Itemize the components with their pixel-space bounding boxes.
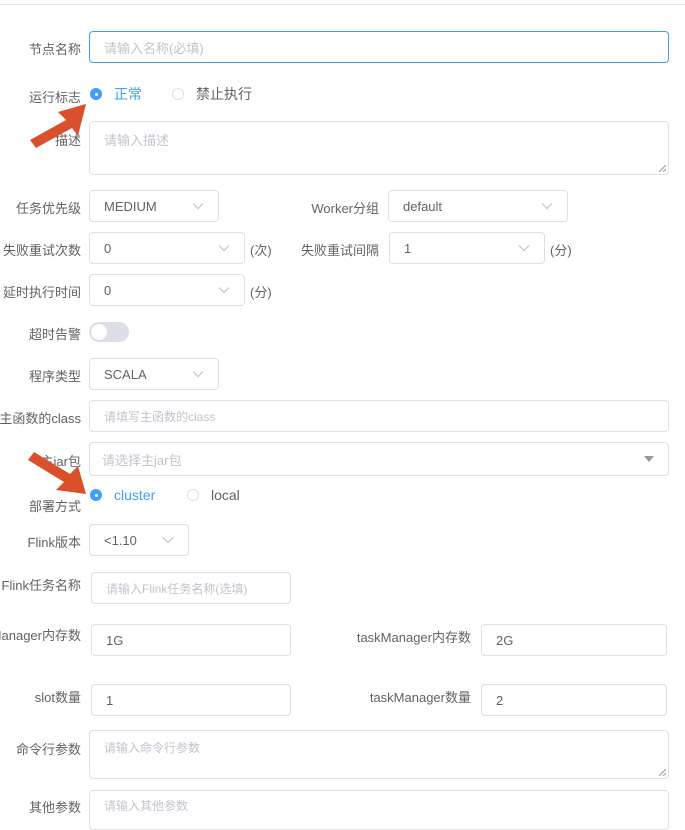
chevron-down-icon (518, 245, 530, 252)
program-type-select[interactable]: SCALA (89, 358, 219, 390)
description-placeholder: 请输入描述 (104, 133, 170, 148)
task-manager-count-value: 2 (496, 692, 504, 708)
slot-count-value: 1 (106, 692, 114, 708)
top-divider (0, 4, 685, 5)
job-manager-memory-input[interactable]: 1G (91, 624, 291, 656)
flink-task-name-label: Flink任务名称 (1, 578, 81, 593)
description-textarea[interactable]: 请输入描述 (89, 121, 669, 175)
flink-version-select[interactable]: <1.10 (89, 524, 189, 556)
run-flag-normal-radio[interactable]: 正常 (90, 84, 142, 104)
delay-time-value: 0 (104, 282, 112, 298)
chevron-down-icon (192, 203, 204, 210)
deploy-mode-label: 部署方式 (28, 499, 81, 514)
task-manager-count-label: taskManager数量 (369, 690, 471, 705)
program-type-label: 程序类型 (28, 369, 81, 384)
fail-retry-times-select[interactable]: 0 (89, 232, 245, 264)
fail-retry-times-unit: (次) (250, 243, 272, 258)
run-flag-forbidden-text: 禁止执行 (196, 86, 252, 102)
radio-unchecked-icon (187, 489, 199, 501)
task-priority-select[interactable]: MEDIUM (89, 190, 219, 222)
other-args-placeholder: 请输入其他参数 (104, 799, 189, 813)
slot-count-label: slot数量 (34, 690, 81, 705)
run-flag-normal-text: 正常 (114, 86, 142, 102)
node-name-input[interactable]: 请输入名称(必填) (89, 31, 669, 63)
main-class-input[interactable]: 请填写主函数的class (89, 400, 669, 432)
deploy-mode-local-text: local (211, 487, 240, 503)
fail-retry-times-label: 失败重试次数 (2, 243, 81, 258)
node-name-placeholder: 请输入名称(必填) (104, 40, 204, 56)
deploy-mode-cluster-radio[interactable]: cluster (90, 487, 155, 503)
main-class-label: 主函数的class (0, 411, 81, 426)
task-priority-label: 任务优先级 (15, 201, 81, 216)
fail-retry-times-value: 0 (104, 240, 112, 256)
worker-group-select[interactable]: default (388, 190, 568, 222)
worker-group-value: default (403, 198, 443, 214)
run-flag-forbidden-radio[interactable]: 禁止执行 (172, 84, 252, 104)
chevron-down-icon (541, 203, 553, 210)
flink-version-label: Flink版本 (27, 535, 81, 550)
chevron-down-icon (192, 371, 204, 378)
fail-retry-interval-unit: (分) (550, 243, 572, 258)
delay-time-label: 延时执行时间 (2, 285, 81, 300)
timeout-alarm-label: 超时告警 (28, 327, 81, 342)
task-manager-memory-label: taskManager内存数 (356, 630, 471, 645)
deploy-mode-local-radio[interactable]: local (187, 487, 240, 503)
resize-handle-icon[interactable] (659, 165, 666, 172)
flink-version-value: <1.10 (104, 532, 137, 548)
timeout-alarm-switch[interactable] (89, 322, 129, 342)
flink-task-name-input[interactable]: 请输入Flink任务名称(选填) (91, 572, 291, 604)
other-args-label: 其他参数 (28, 800, 81, 815)
command-args-textarea[interactable]: 请输入命令行参数 (89, 730, 669, 779)
fail-retry-interval-label: 失败重试间隔 (300, 243, 379, 258)
job-manager-memory-value: 1G (106, 632, 124, 648)
job-manager-memory-label: jobManager内存数 (0, 628, 81, 643)
main-jar-placeholder: 请选择主jar包 (102, 452, 182, 468)
chevron-down-icon (162, 537, 174, 544)
radio-unchecked-icon (172, 88, 184, 100)
slot-count-input[interactable]: 1 (91, 684, 291, 716)
node-name-label: 节点名称 (28, 42, 81, 57)
delay-time-unit: (分) (250, 285, 272, 300)
deploy-mode-cluster-text: cluster (114, 487, 156, 503)
delay-time-select[interactable]: 0 (89, 274, 245, 306)
red-arrow-icon (28, 452, 86, 494)
other-args-textarea[interactable]: 请输入其他参数 (89, 790, 669, 830)
resize-handle-icon[interactable] (659, 769, 666, 776)
red-arrow-icon (30, 104, 86, 148)
caret-down-icon (644, 456, 654, 462)
main-class-placeholder: 请填写主函数的class (104, 409, 216, 424)
program-type-value: SCALA (104, 366, 147, 382)
command-args-label: 命令行参数 (15, 742, 81, 757)
fail-retry-interval-value: 1 (404, 240, 412, 256)
task-manager-memory-input[interactable]: 2G (481, 624, 667, 656)
task-manager-count-input[interactable]: 2 (481, 684, 667, 716)
command-args-placeholder: 请输入命令行参数 (104, 741, 201, 755)
chevron-down-icon (218, 287, 230, 294)
task-manager-memory-value: 2G (496, 632, 514, 648)
fail-retry-interval-select[interactable]: 1 (389, 232, 545, 264)
worker-group-label: Worker分组 (311, 201, 379, 216)
flink-task-name-placeholder: 请输入Flink任务名称(选填) (106, 581, 248, 596)
task-priority-value: MEDIUM (104, 198, 157, 214)
chevron-down-icon (218, 245, 230, 252)
main-jar-select[interactable]: 请选择主jar包 (89, 442, 669, 476)
